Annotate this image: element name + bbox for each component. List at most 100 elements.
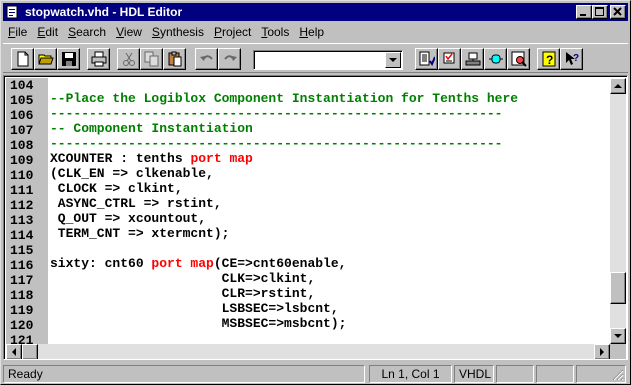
arrow-up-icon: [614, 84, 622, 88]
vertical-scrollbar[interactable]: [610, 78, 626, 344]
paste-icon: [168, 51, 182, 67]
code-text: Q_OUT => xcountout,: [50, 211, 207, 226]
line-number: 117: [10, 273, 34, 288]
title-bar[interactable]: stopwatch.vhd - HDL Editor: [3, 3, 628, 21]
code-text: MSBSEC=>msbcnt);: [50, 316, 347, 331]
line-number: 113: [10, 213, 34, 228]
code-line[interactable]: --Place the Logiblox Component Instantia…: [50, 91, 518, 106]
line-number: 120: [10, 318, 34, 333]
status-panel-empty-3: [576, 365, 626, 383]
line-number: 109: [10, 153, 34, 168]
menu-view[interactable]: View: [111, 24, 147, 41]
symbol-icon: [489, 54, 503, 64]
scrollbar-corner: [610, 344, 626, 359]
code-line[interactable]: XCOUNTER : tenths port map: [50, 151, 253, 166]
context-help-button[interactable]: ?: [560, 48, 583, 70]
document-icon: [5, 5, 21, 19]
new-file-button[interactable]: [11, 48, 34, 70]
status-cursor-position: Ln 1, Col 1: [369, 365, 452, 383]
line-number: 104: [10, 78, 34, 93]
code-line[interactable]: ----------------------------------------…: [50, 106, 502, 121]
code-line[interactable]: (CLK_EN => clkenable,: [50, 166, 214, 181]
arrow-left-icon: [12, 348, 16, 356]
code-line[interactable]: CLR=>rstint,: [50, 286, 316, 301]
line-number: 110: [10, 168, 34, 183]
line-number: 107: [10, 123, 34, 138]
code-text: ASYNC_CTRL => rstint,: [50, 196, 222, 211]
code-text: sixty: cnt60: [50, 256, 152, 271]
copy-button[interactable]: [140, 48, 163, 70]
menu-bar: File Edit Search View Synthesis Project Tools H…: [3, 23, 329, 42]
code-line[interactable]: LSBSEC=>lsbcnt,: [50, 301, 339, 316]
menu-synthesis[interactable]: Synthesis: [147, 24, 209, 41]
code-area[interactable]: --Place the Logiblox Component Instantia…: [50, 76, 610, 343]
code-line[interactable]: ----------------------------------------…: [50, 136, 502, 151]
undo-button[interactable]: [195, 48, 218, 70]
open-folder-icon: [38, 54, 54, 65]
menu-project[interactable]: Project: [209, 24, 256, 41]
menu-help[interactable]: Help: [294, 24, 329, 41]
chevron-down-icon[interactable]: [385, 52, 401, 68]
resize-grip-icon[interactable]: [612, 369, 624, 381]
line-number: 118: [10, 288, 34, 303]
line-number: 111: [10, 183, 34, 198]
code-keyword: port map: [190, 151, 253, 166]
cut-icon: [123, 52, 135, 66]
line-number: 108: [10, 138, 34, 153]
close-button[interactable]: [610, 5, 626, 19]
menu-file[interactable]: File: [3, 24, 32, 41]
synthesis-options-button[interactable]: [461, 48, 484, 70]
horizontal-scrollbar[interactable]: [6, 344, 610, 359]
cut-button[interactable]: [117, 48, 140, 70]
line-number: 116: [10, 258, 34, 273]
toolbar-combo[interactable]: [253, 50, 403, 70]
help-icon: ?: [542, 51, 556, 67]
find-button[interactable]: [507, 48, 530, 70]
scroll-down-button[interactable]: [610, 328, 626, 344]
language-assistant-button[interactable]: [438, 48, 461, 70]
copy-icon: [144, 51, 159, 67]
status-panel-empty-2: [536, 365, 574, 383]
check-syntax-button[interactable]: [415, 48, 438, 70]
code-line[interactable]: -- Component Instantiation: [50, 121, 253, 136]
paste-button[interactable]: [163, 48, 186, 70]
code-keyword: port map: [151, 256, 214, 271]
code-line[interactable]: Q_OUT => xcountout,: [50, 211, 206, 226]
scroll-left-button[interactable]: [6, 344, 22, 359]
line-number: 114: [10, 228, 34, 243]
horizontal-scroll-thumb[interactable]: [22, 344, 38, 359]
code-line[interactable]: sixty: cnt60 port map(CE=>cnt60enable,: [50, 256, 346, 271]
code-comment: ----------------------------------------…: [50, 106, 503, 121]
scroll-right-button[interactable]: [594, 344, 610, 359]
code-text: (CLK_EN => clkenable,: [50, 166, 214, 181]
code-editor[interactable]: 104 105 106 107 108 109 110 111 112 113 114 115 116 1…: [3, 75, 628, 360]
code-line[interactable]: TERM_CNT => xtermcnt);: [50, 226, 230, 241]
status-bar: Ready Ln 1, Col 1 VHDL: [3, 365, 628, 383]
vertical-scroll-thumb[interactable]: [610, 271, 626, 304]
maximize-button[interactable]: [592, 5, 608, 19]
help-button[interactable]: ?: [537, 48, 560, 70]
status-ready: Ready: [3, 365, 365, 383]
minimize-button[interactable]: [576, 5, 592, 19]
arrow-down-icon: [614, 334, 622, 338]
check-syntax-icon: [419, 51, 435, 67]
code-line[interactable]: CLK=>clkint,: [50, 271, 316, 286]
save-button[interactable]: [57, 48, 80, 70]
open-file-button[interactable]: [34, 48, 57, 70]
menu-edit[interactable]: Edit: [32, 24, 63, 41]
menu-tools[interactable]: Tools: [256, 24, 294, 41]
scroll-up-button[interactable]: [610, 78, 626, 94]
code-text: CLOCK => clkint,: [50, 181, 183, 196]
code-line[interactable]: MSBSEC=>msbcnt);: [50, 316, 347, 331]
code-line[interactable]: ASYNC_CTRL => rstint,: [50, 196, 222, 211]
code-text: CLR=>rstint,: [50, 286, 316, 301]
code-text: (CE=>cnt60enable,: [213, 256, 347, 271]
synthesis-options-icon: [465, 52, 481, 66]
redo-button[interactable]: [218, 48, 241, 70]
symbol-button[interactable]: [484, 48, 507, 70]
language-assistant-icon: [443, 52, 455, 64]
svg-text:?: ?: [546, 53, 553, 67]
print-button[interactable]: [87, 48, 110, 70]
code-line[interactable]: CLOCK => clkint,: [50, 181, 183, 196]
menu-search[interactable]: Search: [63, 24, 111, 41]
